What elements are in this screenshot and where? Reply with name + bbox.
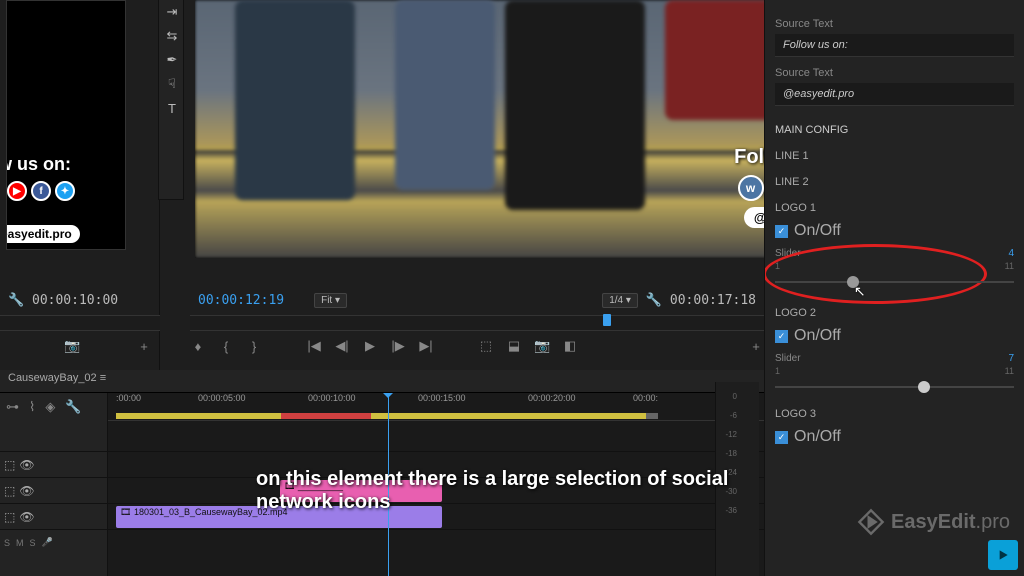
logo-3-header[interactable]: LOGO 3 — [775, 408, 1014, 420]
ruler-tick: 00:00: — [633, 393, 658, 403]
play-icon[interactable]: ▶ — [362, 338, 378, 354]
logo-2-header[interactable]: LOGO 2 — [775, 307, 1014, 319]
track-head-v1[interactable]: ⬚👁 — [0, 503, 107, 529]
add-icon[interactable]: + — [136, 339, 152, 354]
program-timecode-left[interactable]: 00:00:12:19 — [198, 293, 284, 308]
slider-2-thumb[interactable] — [918, 381, 930, 393]
add-marker-icon[interactable]: ♦ — [190, 339, 206, 354]
snap-icon[interactable]: ⊶ — [6, 399, 19, 415]
ruler-tick: 00:00:10:00 — [308, 393, 356, 403]
slider-1-max: 11 — [1005, 261, 1014, 271]
logo-1-onoff-label: On/Off — [794, 222, 841, 240]
logo-3-onoff-label: On/Off — [794, 428, 841, 446]
slider-1-label: Slider — [775, 248, 801, 259]
source-text-2-label: Source Text — [775, 67, 1014, 79]
mic-icon[interactable]: 🎤 — [42, 537, 53, 548]
work-area-end[interactable] — [646, 413, 658, 419]
youtube-icon: ▶ — [7, 181, 27, 201]
slider-1-value[interactable]: 4 — [1008, 248, 1014, 259]
timeline-ruler[interactable]: :00:00 00:00:05:00 00:00:10:00 00:00:15:… — [108, 393, 764, 421]
fit-select[interactable]: Fit ▾ — [314, 293, 347, 308]
link-icon[interactable]: ⌇ — [29, 399, 35, 415]
slider-2-max: 11 — [1005, 366, 1014, 376]
program-ruler[interactable] — [190, 315, 764, 331]
lift-icon[interactable]: ⬚ — [478, 338, 494, 354]
line-1-item[interactable]: LINE 1 — [775, 150, 1014, 162]
slider-1-track[interactable]: ↖ — [775, 281, 1014, 283]
mark-in-icon[interactable]: { — [218, 339, 234, 354]
ruler-tick: 00:00:05:00 — [198, 393, 246, 403]
toggle-output-icon[interactable]: 👁 — [19, 458, 34, 472]
main-config-header[interactable]: MAIN CONFIG — [775, 124, 1014, 136]
ripple-edit-icon[interactable]: ⇥ — [159, 0, 185, 24]
overlay-handle-text: easyedit.pro — [6, 225, 80, 243]
slider-2-label: Slider — [775, 353, 801, 364]
work-area-red[interactable] — [281, 413, 371, 419]
ruler-tick: 00:00:15:00 — [418, 393, 466, 403]
logo-1-checkbox[interactable]: ✓ — [775, 225, 788, 238]
track-head-v3[interactable]: ⬚👁 — [0, 451, 107, 477]
go-to-in-icon[interactable]: |◀ — [306, 338, 322, 354]
slider-2-min: 1 — [775, 366, 780, 376]
track-head-v2[interactable]: ⬚👁 — [0, 477, 107, 503]
ruler-tick: :00:00 — [116, 393, 141, 403]
toggle-output-icon[interactable]: 👁 — [19, 510, 34, 524]
slider-2-track[interactable] — [775, 386, 1014, 388]
ruler-tick: 00:00:20:00 — [528, 393, 576, 403]
comparison-icon[interactable]: ◧ — [562, 338, 578, 354]
play-diamond-icon — [857, 508, 885, 536]
settings-icon[interactable]: 🔧 — [65, 399, 81, 415]
step-forward-icon[interactable]: |▶ — [390, 338, 406, 354]
logo-3-checkbox[interactable]: ✓ — [775, 431, 788, 444]
source-text-2-input[interactable] — [775, 83, 1014, 106]
step-back-icon[interactable]: ◀| — [334, 338, 350, 354]
work-area-yellow[interactable] — [116, 413, 281, 419]
go-to-out-icon[interactable]: ▶| — [418, 338, 434, 354]
source-timecode[interactable]: 00:00:10:00 — [32, 293, 118, 308]
mark-out-icon[interactable]: } — [246, 339, 262, 354]
logo-2-checkbox[interactable]: ✓ — [775, 330, 788, 343]
play-icon — [995, 547, 1011, 563]
cursor-icon: ↖ — [854, 283, 866, 300]
eye-icon[interactable]: ⬚ — [4, 458, 15, 472]
slider-2-value[interactable]: 7 — [1008, 353, 1014, 364]
work-area-yellow-2[interactable] — [371, 413, 646, 419]
video-subtitle: on this element there is a large selecti… — [256, 468, 768, 514]
eye-icon[interactable]: ⬚ — [4, 510, 15, 524]
program-playhead-indicator[interactable] — [603, 314, 611, 326]
overlay-title-text: ow us on: — [6, 154, 71, 175]
facebook-icon: f — [31, 181, 51, 201]
pen-tool-icon[interactable]: ✒ — [159, 48, 185, 72]
line-2-item[interactable]: LINE 2 — [775, 176, 1014, 188]
zoom-select[interactable]: 1/4 ▾ — [602, 293, 638, 308]
camera-icon[interactable]: 📷 — [64, 338, 80, 354]
play-badge-icon[interactable] — [988, 540, 1018, 570]
hand-tool-icon[interactable]: ☟ — [159, 72, 185, 96]
logo-2-onoff-label: On/Off — [794, 327, 841, 345]
sequence-tab[interactable]: CausewayBay_02 ≡ — [0, 370, 764, 392]
add-button-icon[interactable]: + — [748, 339, 764, 354]
vk-icon: w — [738, 175, 764, 201]
marker-tool-icon[interactable]: ◈ — [45, 399, 55, 415]
track-a1[interactable] — [108, 529, 764, 555]
toggle-output-icon[interactable]: 👁 — [19, 484, 34, 498]
source-text-1-input[interactable] — [775, 34, 1014, 57]
twitter-icon: ✦ — [55, 181, 75, 201]
rolling-edit-icon[interactable]: ⇆ — [159, 24, 185, 48]
extract-icon[interactable]: ⬓ — [506, 338, 522, 354]
program-timecode-right[interactable]: 00:00:17:18 — [670, 293, 756, 308]
source-monitor[interactable]: ow us on: ▶ f ✦ easyedit.pro — [6, 0, 126, 250]
watermark-logo: EasyEdit.pro — [857, 508, 1010, 536]
wrench-icon[interactable]: 🔧 — [8, 292, 24, 308]
type-tool-icon[interactable]: T — [159, 96, 185, 120]
track-head-a1[interactable]: SMS 🎤 — [0, 529, 107, 555]
logo-1-header[interactable]: LOGO 1 — [775, 202, 1014, 214]
eye-icon[interactable]: ⬚ — [4, 484, 15, 498]
wrench-icon[interactable]: 🔧 — [646, 292, 662, 308]
source-ruler[interactable] — [0, 315, 160, 331]
source-text-1-label: Source Text — [775, 18, 1014, 30]
export-frame-icon[interactable]: 📷 — [534, 338, 550, 354]
slider-1-min: 1 — [775, 261, 780, 271]
